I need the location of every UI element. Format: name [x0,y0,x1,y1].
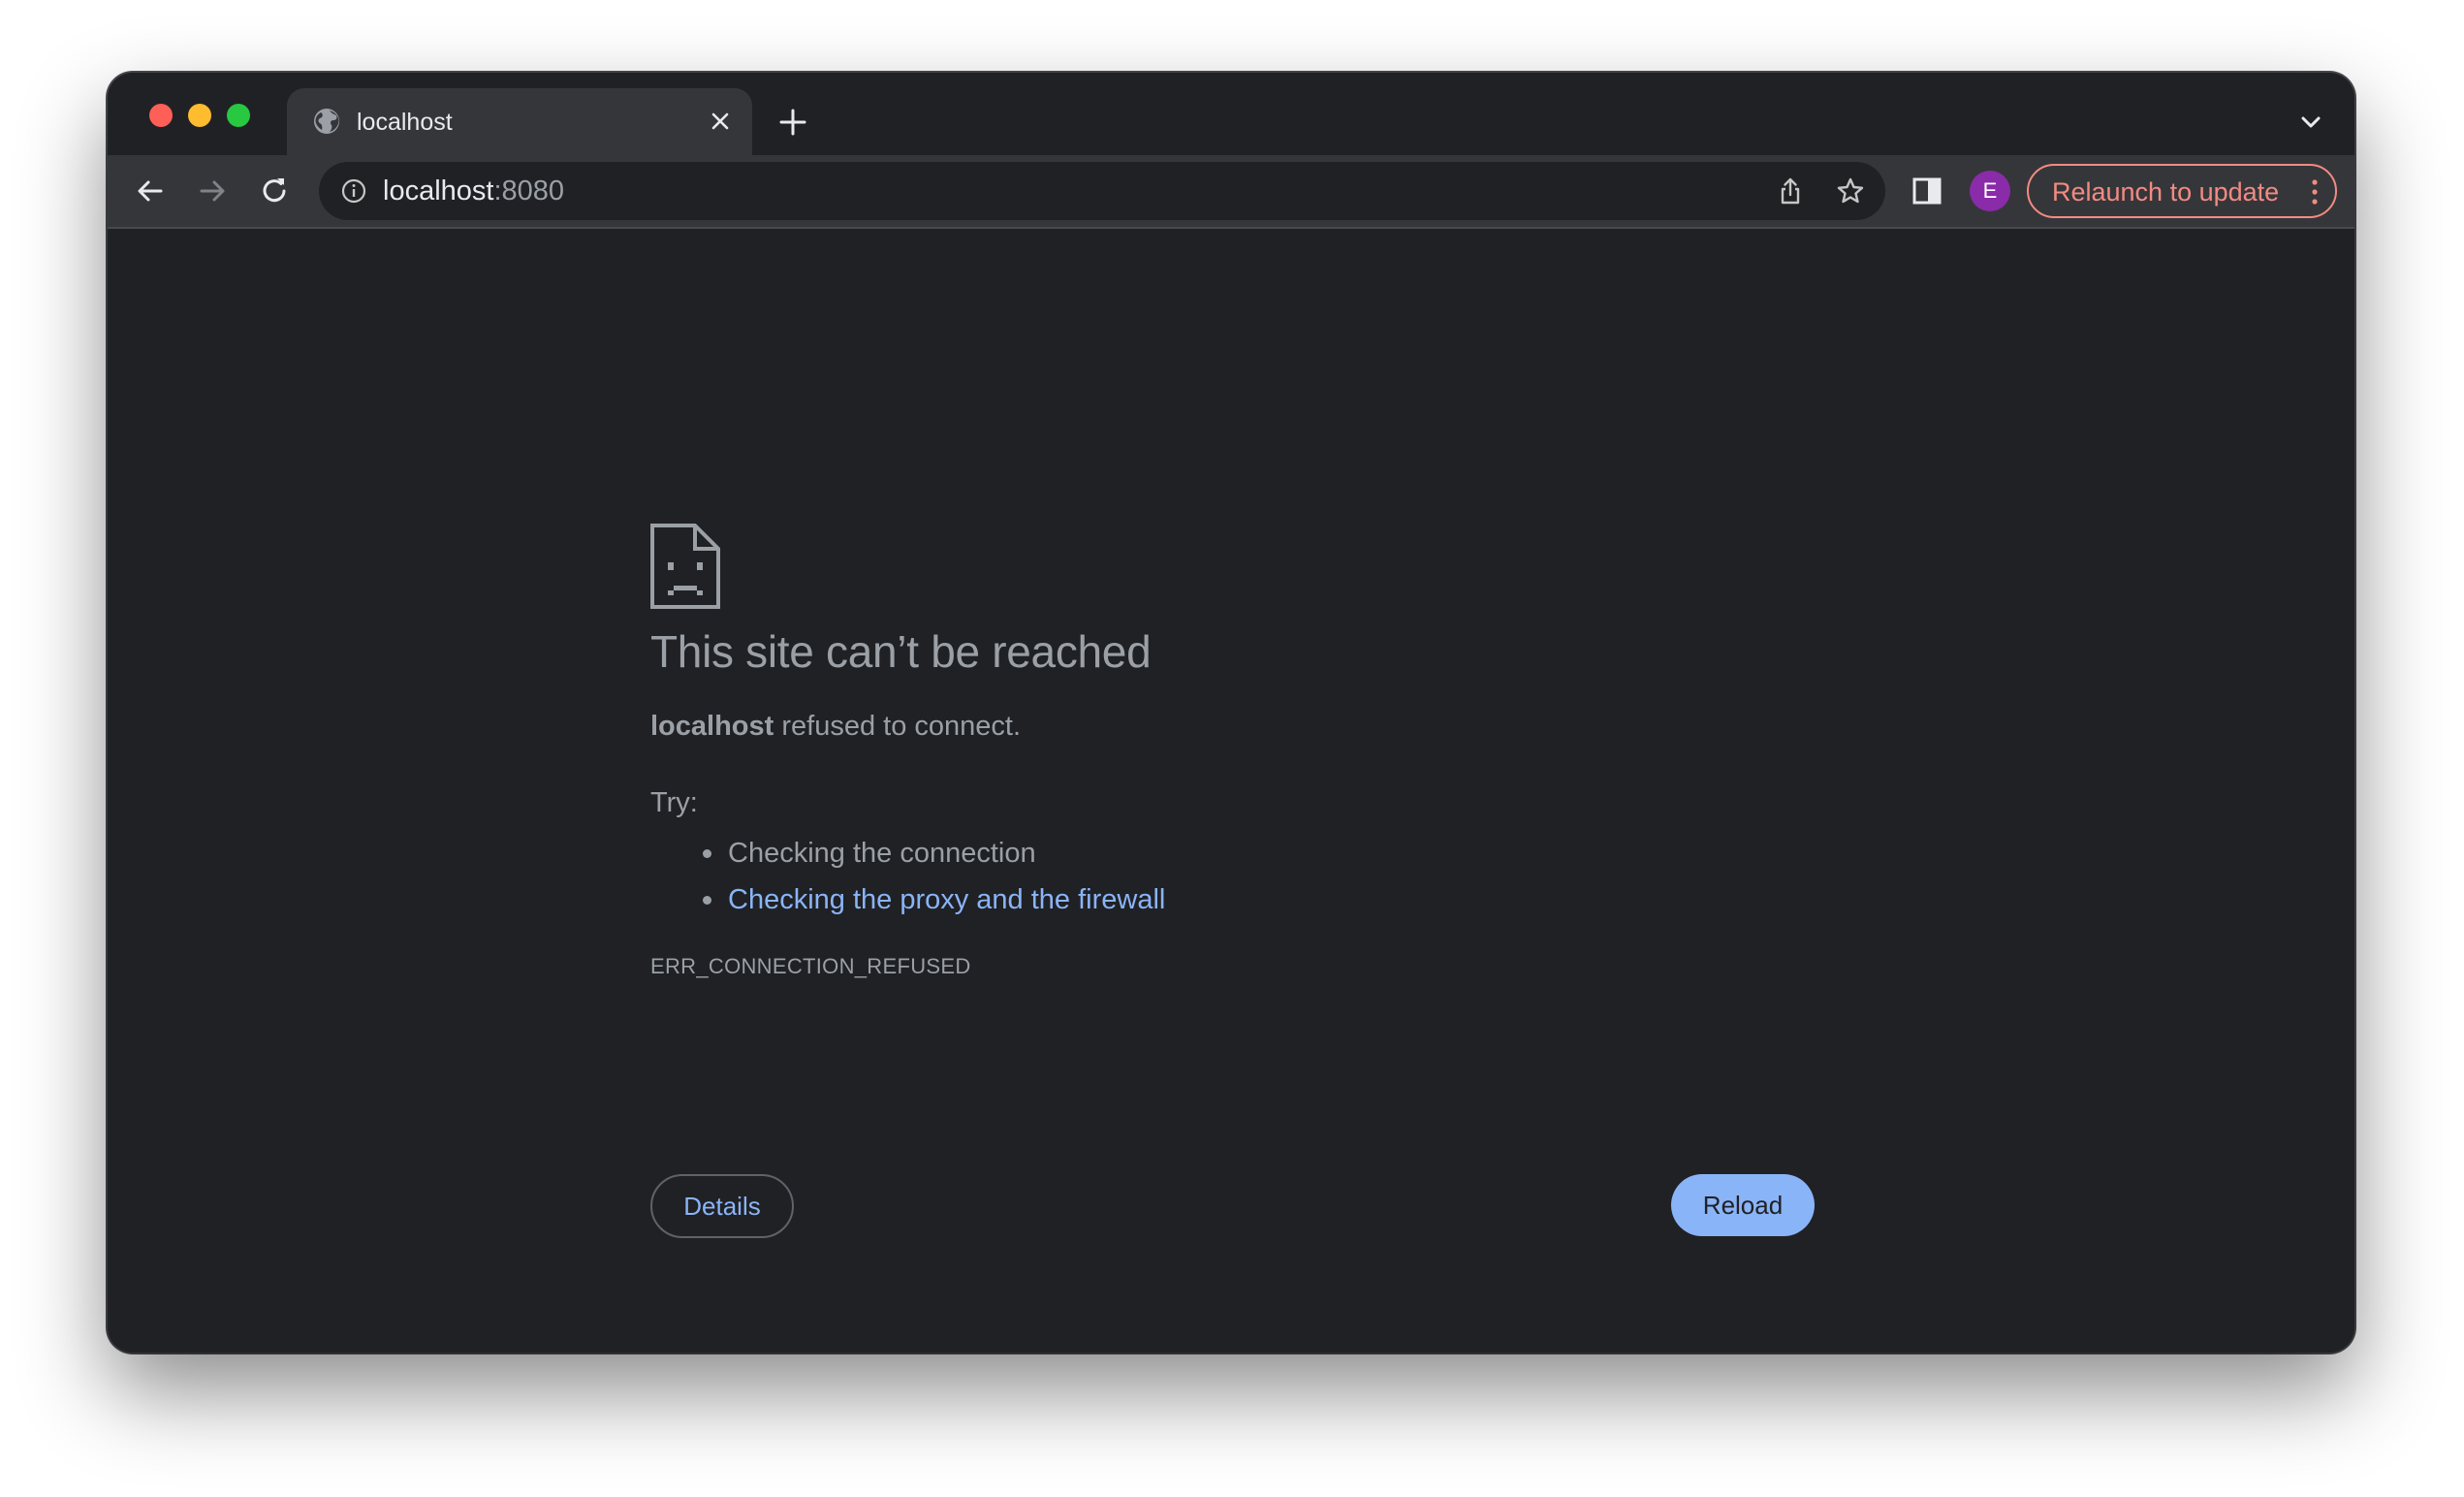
share-icon[interactable] [1775,175,1806,207]
window-maximize-button[interactable] [227,104,250,127]
tab-title: localhost [357,109,453,136]
error-host: localhost [650,711,774,742]
error-message-text: refused to connect. [774,711,1022,742]
address-host: localhost [383,175,494,207]
suggestion-check-connection: Checking the connection [650,830,1165,876]
suggestion-list: Checking the connection Checking the pro… [650,830,1165,923]
suggestion-check-proxy-link[interactable]: Checking the proxy and the firewall [650,876,1165,923]
title-bar: localhost [108,73,2354,155]
tab-localhost[interactable]: localhost [287,88,752,155]
plus-icon[interactable] [776,106,809,139]
reload-icon[interactable] [257,174,292,208]
close-icon[interactable] [706,107,735,136]
address-port: :8080 [493,175,565,207]
address-bar[interactable]: localhost:8080 [319,162,1885,220]
arrow-right-icon[interactable] [195,174,230,208]
reload-button[interactable]: Reload [1671,1174,1815,1236]
relaunch-label: Relaunch to update [2052,177,2280,207]
try-label: Try: [650,787,698,818]
info-icon[interactable] [340,177,367,205]
avatar[interactable]: E [1970,171,2010,211]
error-message: localhost refused to connect. [650,709,1021,744]
arrow-left-icon[interactable] [133,174,168,208]
error-code: ERR_CONNECTION_REFUSED [650,954,971,978]
globe-icon [314,109,339,134]
star-icon[interactable] [1835,175,1866,207]
address-url: localhost:8080 [383,174,564,208]
page-title: This site can’t be reached [650,626,1152,677]
side-panel-icon[interactable] [1911,175,1943,207]
chevron-down-icon[interactable] [2296,108,2325,137]
sad-page-icon [650,524,720,609]
window-close-button[interactable] [149,104,173,127]
window-minimize-button[interactable] [188,104,211,127]
browser-window: localhost localhost:8080 E Relaunch to u… [108,73,2354,1353]
kebab-menu-icon[interactable] [2308,177,2322,207]
relaunch-button[interactable]: Relaunch to update [2027,164,2337,218]
page-content: This site can’t be reached localhost ref… [108,229,2354,1353]
toolbar: localhost:8080 E Relaunch to update [108,155,2354,229]
details-button[interactable]: Details [650,1174,794,1238]
